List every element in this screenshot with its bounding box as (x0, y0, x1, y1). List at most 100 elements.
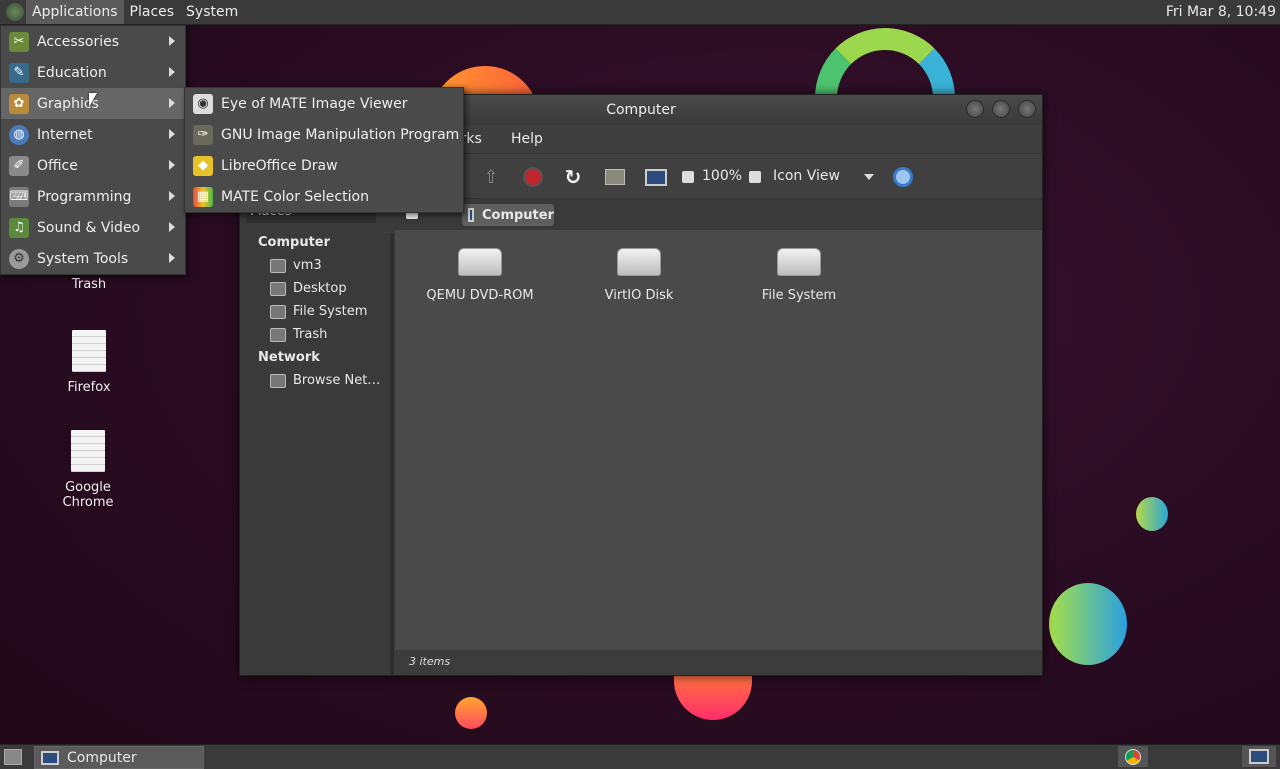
stop-icon[interactable] (522, 166, 544, 188)
office-icon: ✐ (9, 155, 29, 176)
side-item-label: Trash (293, 327, 328, 342)
menu-item-label: Education (37, 64, 107, 81)
up-arrow-icon[interactable]: ⇧ (480, 166, 502, 188)
menu-item-sound-video[interactable]: ♫ Sound & Video (1, 212, 185, 243)
bottom-panel: Computer (0, 744, 1280, 769)
close-button[interactable] (1018, 100, 1036, 118)
menu-item-mate-color-selection[interactable]: ▦ MATE Color Selection (185, 181, 463, 212)
menu-item-education[interactable]: ✎ Education (1, 57, 185, 88)
chevron-down-icon[interactable] (864, 174, 874, 180)
side-heading-computer: Computer (258, 235, 331, 250)
side-item-label: Browse Net… (293, 373, 381, 388)
sound-video-icon: ♫ (9, 217, 29, 238)
menu-item-label: Programming (37, 188, 132, 205)
desktop-folder-icon (270, 281, 286, 296)
menu-item-programming[interactable]: ⌨ Programming (1, 181, 185, 212)
decor-blob-dot (455, 697, 487, 729)
zoom-in-icon[interactable] (744, 166, 766, 188)
clock[interactable]: Fri Mar 8, 10:49 (1166, 0, 1276, 24)
side-item-browse-network[interactable]: Browse Net… (270, 373, 380, 388)
menu-help[interactable]: Help (511, 131, 543, 147)
maximize-button[interactable] (992, 100, 1010, 118)
menu-item-office[interactable]: ✐ Office (1, 150, 185, 181)
status-text: 3 items (409, 655, 451, 668)
menu-item-accessories[interactable]: ✂ Accessories (1, 26, 185, 57)
zoom-out-icon[interactable] (677, 166, 699, 188)
desktop-icon-google-chrome[interactable]: Google Chrome (38, 430, 138, 510)
top-panel: Applications Places System Fri Mar 8, 10… (0, 0, 1280, 25)
decor-blob-pink (674, 670, 752, 720)
mouse-pointer-icon (89, 93, 97, 107)
trash-icon (270, 327, 286, 342)
network-icon (270, 373, 286, 388)
side-item-label: Desktop (293, 281, 347, 296)
side-item-file-system[interactable]: File System (270, 304, 367, 319)
menu-item-label: Eye of MATE Image Viewer (221, 95, 408, 112)
show-desktop-icon[interactable] (4, 749, 22, 765)
submenu-arrow-icon (169, 160, 175, 170)
submenu-arrow-icon (169, 222, 175, 232)
computer-icon[interactable] (645, 166, 667, 188)
firefox-label: Firefox (67, 380, 111, 395)
graphics-icon: ✿ (9, 93, 29, 114)
color-selection-icon: ▦ (193, 186, 213, 207)
system-menu-button[interactable]: System (180, 0, 244, 24)
drive-label: File System (761, 288, 837, 303)
drive-file-system[interactable]: File System (739, 248, 859, 303)
drive-qemu-dvd-rom[interactable]: QEMU DVD-ROM (420, 248, 540, 303)
taskbar-item-computer[interactable]: Computer (34, 746, 204, 769)
menu-item-gimp[interactable]: ✑ GNU Image Manipulation Program (185, 119, 463, 150)
system-tools-icon: ⚙ (9, 248, 29, 269)
image-viewer-icon: ◉ (193, 93, 213, 114)
menu-item-internet[interactable]: ◍ Internet (1, 119, 185, 150)
side-item-label: vm3 (293, 258, 322, 273)
side-item-trash[interactable]: Trash (270, 327, 327, 342)
menu-item-system-tools[interactable]: ⚙ System Tools (1, 243, 185, 274)
chrome-tray-icon[interactable] (1118, 746, 1148, 767)
menu-item-libreoffice-draw[interactable]: ◆ LibreOffice Draw (185, 150, 463, 181)
zoom-level: 100% (702, 168, 743, 184)
drive-virtio-disk[interactable]: VirtIO Disk (579, 248, 699, 303)
side-item-desktop[interactable]: Desktop (270, 281, 347, 296)
trash-label: Trash (71, 277, 107, 292)
menu-item-label: Accessories (37, 33, 120, 50)
places-menu-button[interactable]: Places (124, 0, 181, 24)
decor-blob-large (1049, 583, 1127, 665)
workspace-switcher-icon[interactable] (1242, 746, 1276, 767)
desktop-icon-firefox[interactable]: Firefox (39, 330, 139, 395)
computer-icon (468, 208, 474, 222)
places-side-pane: Computer vm3 Desktop File System Trash N… (240, 233, 394, 675)
location-label: Computer (481, 207, 554, 223)
search-icon[interactable] (892, 166, 914, 188)
programming-icon: ⌨ (9, 186, 29, 207)
menu-item-eye-of-mate[interactable]: ◉ Eye of MATE Image Viewer (185, 88, 463, 119)
icon-view-area[interactable]: QEMU DVD-ROM VirtIO Disk File System (395, 230, 1042, 650)
menu-item-label: Internet (37, 126, 93, 143)
reload-icon[interactable]: ↻ (562, 165, 584, 189)
home-icon[interactable] (604, 166, 626, 188)
internet-icon: ◍ (9, 124, 29, 145)
side-item-vm3[interactable]: vm3 (270, 258, 322, 273)
applications-menu: ✂ Accessories ✎ Education ✿ Graphics ◍ Inter… (0, 25, 186, 275)
menu-item-label: LibreOffice Draw (221, 157, 338, 174)
graphics-submenu: ◉ Eye of MATE Image Viewer ✑ GNU Image Man… (184, 87, 464, 213)
drive-label: VirtIO Disk (604, 288, 674, 303)
applications-menu-button[interactable]: Applications (26, 0, 124, 24)
home-folder-icon (270, 258, 286, 273)
optical-drive-icon (458, 248, 502, 276)
menu-item-label: System Tools (37, 250, 129, 267)
desktop-icon-trash[interactable]: Trash (39, 277, 139, 292)
submenu-arrow-icon (169, 191, 175, 201)
location-button-computer[interactable]: Computer (462, 204, 554, 226)
accessories-icon: ✂ (9, 31, 29, 52)
document-icon (71, 430, 105, 472)
minimize-button[interactable] (966, 100, 984, 118)
view-mode-select[interactable]: Icon View (773, 168, 840, 184)
document-icon (72, 330, 106, 372)
decor-blob-small (1136, 497, 1168, 531)
taskbar-item-label: Computer (67, 749, 137, 766)
chrome-label: Google Chrome (62, 480, 114, 510)
menu-item-label: Sound & Video (37, 219, 141, 236)
submenu-arrow-icon (169, 36, 175, 46)
side-item-label: File System (293, 304, 368, 319)
